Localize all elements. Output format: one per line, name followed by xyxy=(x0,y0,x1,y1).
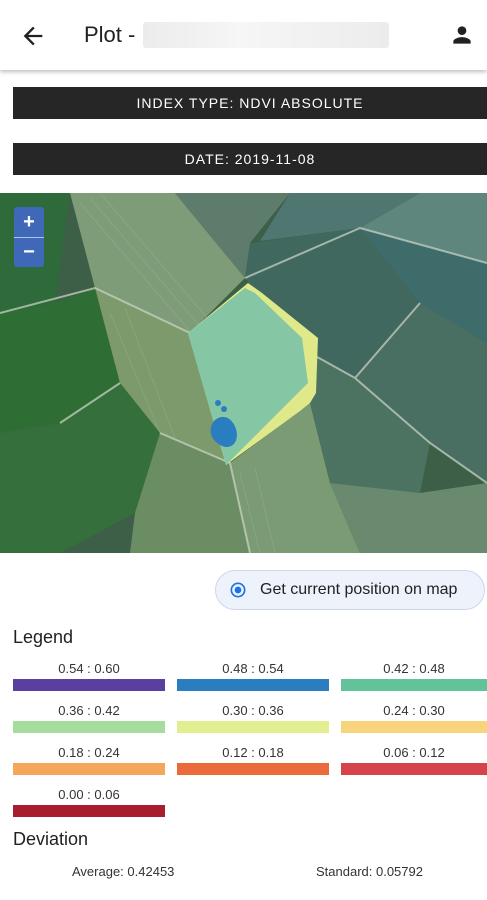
legend-item-label: 0.30 : 0.36 xyxy=(222,703,284,718)
legend-color-swatch xyxy=(341,763,487,775)
legend-item: 0.12 : 0.18 xyxy=(177,745,329,777)
legend-item-label: 0.48 : 0.54 xyxy=(222,661,284,676)
profile-button[interactable] xyxy=(449,22,475,48)
deviation-average: Average: 0.42453 xyxy=(72,864,175,879)
legend-item: 0.54 : 0.60 xyxy=(13,661,165,693)
legend-item-label: 0.18 : 0.24 xyxy=(58,745,120,760)
index-type-bar: INDEX TYPE: NDVI ABSOLUTE xyxy=(13,87,487,119)
zoom-control: + − xyxy=(14,207,44,267)
date-bar: DATE: 2019-11-08 xyxy=(13,143,487,175)
legend-color-swatch xyxy=(13,679,165,691)
person-icon xyxy=(453,26,471,44)
app-bar: Plot - xyxy=(0,0,487,70)
back-button[interactable] xyxy=(18,22,48,50)
legend-color-swatch xyxy=(341,721,487,733)
get-current-position-label: Get current position on map xyxy=(260,581,458,598)
legend-item: 0.42 : 0.48 xyxy=(341,661,487,693)
legend-color-swatch xyxy=(177,763,329,775)
legend-color-swatch xyxy=(13,805,165,817)
legend-color-swatch xyxy=(13,721,165,733)
legend-item-label: 0.24 : 0.30 xyxy=(383,703,445,718)
legend-item: 0.06 : 0.12 xyxy=(341,745,487,777)
deviation-title: Deviation xyxy=(13,829,89,849)
legend-item-label: 0.42 : 0.48 xyxy=(383,661,445,676)
get-current-position-button[interactable]: Get current position on map xyxy=(215,570,485,610)
legend-item: 0.36 : 0.42 xyxy=(13,703,165,735)
deviation-standard: Standard: 0.05792 xyxy=(316,864,423,879)
legend-color-swatch xyxy=(177,721,329,733)
legend-title: Legend xyxy=(13,627,74,647)
legend-color-swatch xyxy=(341,679,487,691)
legend-item: 0.18 : 0.24 xyxy=(13,745,165,777)
zoom-in-button[interactable]: + xyxy=(14,207,44,237)
legend-item: 0.00 : 0.06 xyxy=(13,787,165,819)
legend-item-label: 0.06 : 0.12 xyxy=(383,745,445,760)
legend-item: 0.48 : 0.54 xyxy=(177,661,329,693)
satellite-imagery xyxy=(0,193,487,553)
legend-item: 0.24 : 0.30 xyxy=(341,703,487,735)
my-location-icon xyxy=(230,582,246,598)
legend-item-label: 0.36 : 0.42 xyxy=(58,703,120,718)
legend-item-label: 0.12 : 0.18 xyxy=(222,745,284,760)
legend-color-swatch xyxy=(177,679,329,691)
arrow-back-icon xyxy=(23,26,43,46)
page-title: Plot - xyxy=(84,22,136,47)
legend-item-label: 0.54 : 0.60 xyxy=(58,661,120,676)
legend-color-swatch xyxy=(13,763,165,775)
legend-item: 0.30 : 0.36 xyxy=(177,703,329,735)
map-view[interactable]: + − xyxy=(0,193,487,553)
page-title-group: Plot - xyxy=(84,20,390,50)
redacted-plot-name xyxy=(143,22,390,48)
legend-item-label: 0.00 : 0.06 xyxy=(58,787,120,802)
zoom-out-button[interactable]: − xyxy=(14,237,44,267)
